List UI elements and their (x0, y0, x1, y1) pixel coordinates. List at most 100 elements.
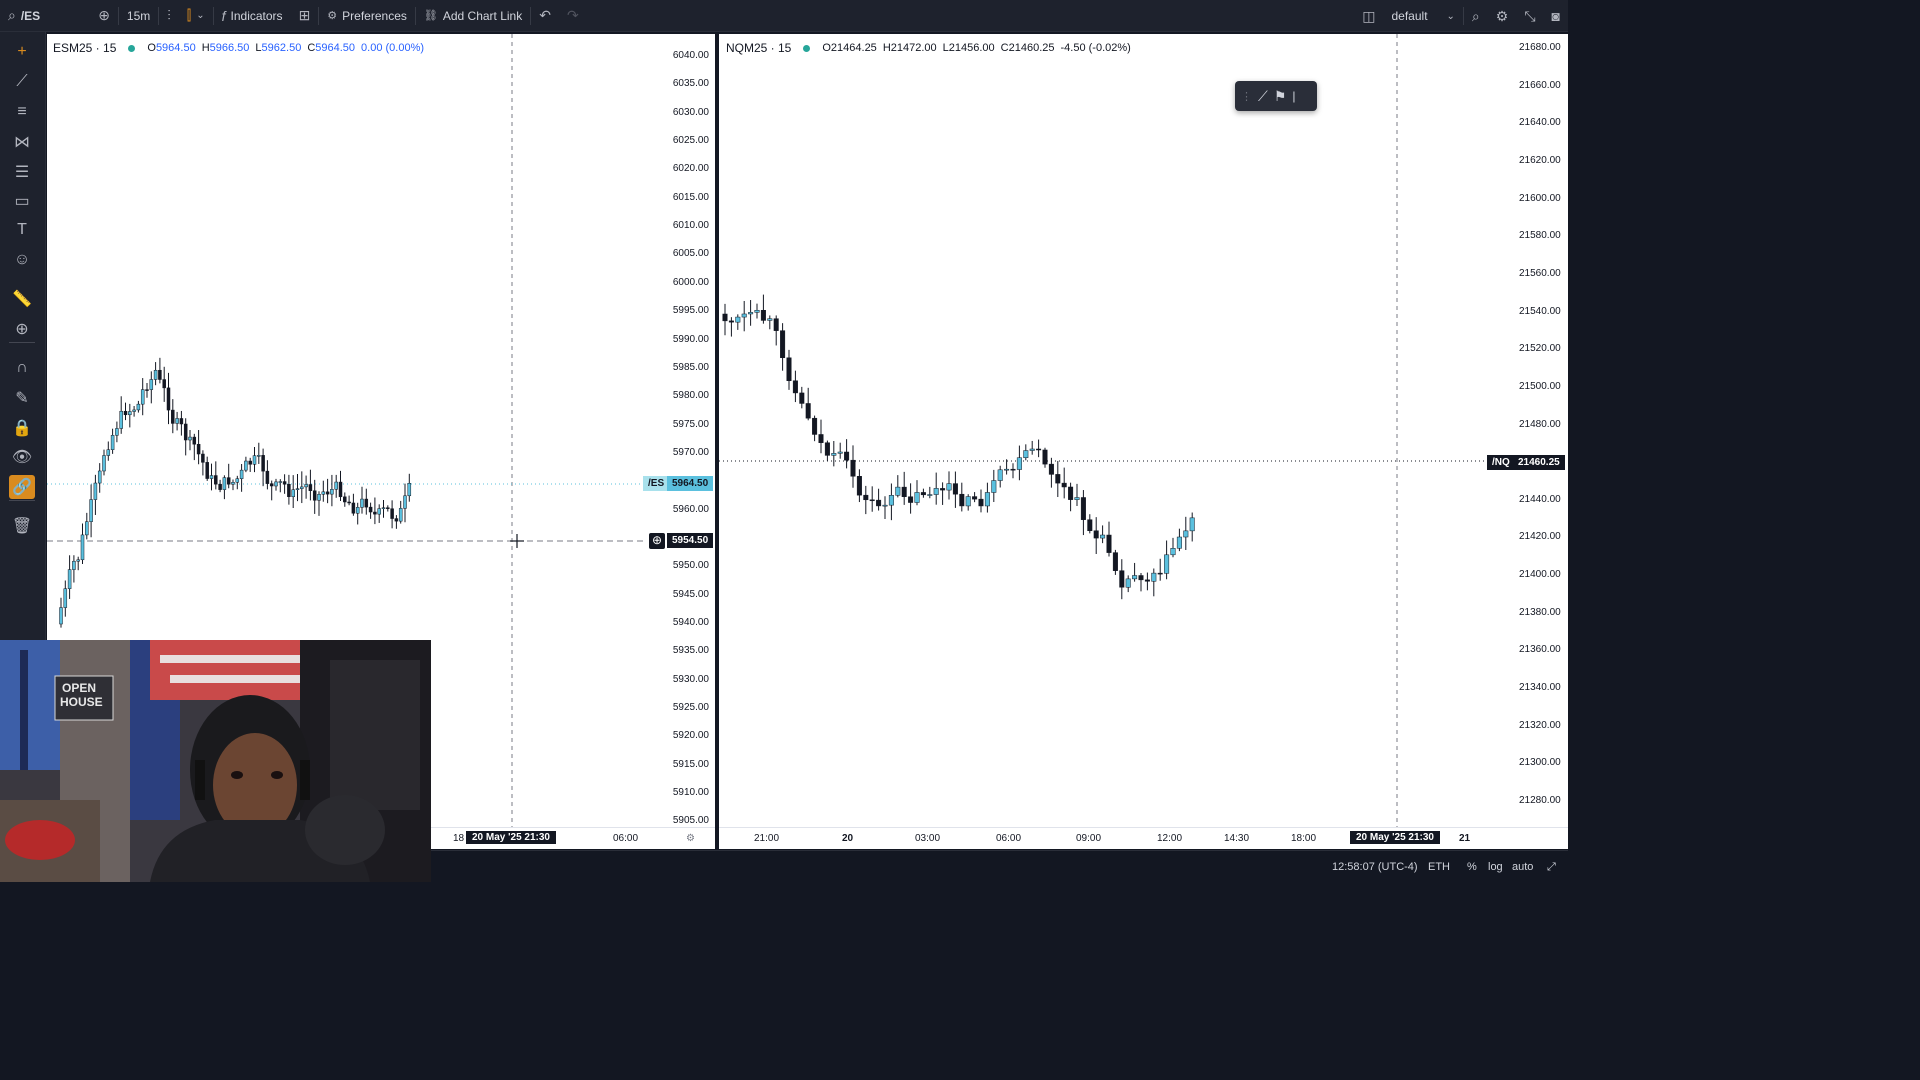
candle-body (972, 496, 978, 500)
candle-body (188, 436, 192, 441)
percent-toggle[interactable]: % (1467, 861, 1477, 873)
candle-body (927, 494, 933, 496)
candle-style-button[interactable]: ⫿ ⌄ (179, 0, 213, 32)
candle-body (1189, 517, 1195, 532)
candle-body (1010, 468, 1016, 471)
screenshot-button[interactable]: ◙ (1544, 0, 1568, 32)
market-open-dot (803, 44, 811, 52)
horizontal-lines-icon[interactable]: ≡ (9, 100, 35, 124)
candle-body (780, 330, 786, 359)
link-icon[interactable]: 🔗 (9, 475, 35, 499)
preferences-button[interactable]: ⚙ Preferences (319, 0, 415, 32)
layouts-button[interactable]: ⊞ (291, 0, 319, 32)
zoom-in-icon[interactable]: ⊕ (9, 317, 35, 341)
drag-handle-icon[interactable]: ⋮ (1241, 90, 1252, 103)
add-symbol-button[interactable]: ⊕ (90, 0, 118, 32)
drawing-toolbar: + ⟋ ≡ ⋈ ☰ ▭ T ☺ 📏 ⊕ ∩ ✎ 🔒 👁 🔗 🗑 (0, 32, 46, 640)
layout-select[interactable]: default ⌄ (1384, 0, 1463, 32)
price-axis-label: 6010.00 (672, 220, 709, 232)
bar-style-button[interactable]: ⫶ (159, 0, 179, 32)
vertical-line-icon[interactable]: | (1292, 89, 1295, 103)
candle-body (895, 486, 901, 496)
eye-icon[interactable]: 👁 (9, 445, 35, 469)
add-chart-link-button[interactable]: ⛓ Add Chart Link (416, 0, 530, 32)
es-crosshair-price: 5954.50 (667, 533, 714, 548)
trash-icon[interactable]: 🗑 (9, 514, 35, 538)
expand-icon[interactable]: ⤢ (1547, 861, 1556, 874)
candle-body (394, 518, 399, 522)
price-axis-label: 21500.00 (1519, 380, 1561, 392)
candle-body (231, 482, 235, 485)
price-axis-label: 5935.00 (672, 645, 709, 657)
candle-body (226, 477, 231, 485)
log-toggle[interactable]: log (1488, 861, 1503, 873)
price-axis-label: 21640.00 (1519, 117, 1561, 129)
toolbar-divider (9, 500, 35, 501)
session-toggle[interactable]: ETH (1428, 861, 1450, 873)
candle-body (959, 493, 965, 507)
candle-body (920, 492, 926, 496)
redo-button[interactable]: ↷ (559, 0, 587, 32)
undo-button[interactable]: ↶ (531, 0, 559, 32)
nq-time-axis[interactable]: 20 May '25 21:30 21 21:00 20 03:00 06:00 09:… (719, 827, 1568, 849)
text-icon[interactable]: T (9, 218, 35, 242)
candle-body (786, 357, 792, 381)
emoji-icon[interactable]: ☺ (9, 248, 35, 272)
trend-line-icon[interactable]: ⟋ (9, 70, 35, 94)
candle-body (244, 460, 248, 471)
lock-icon[interactable]: 🔒 (9, 416, 35, 440)
split-layout-button[interactable]: ◫ (1354, 0, 1383, 32)
candle-body (192, 436, 197, 445)
candle-body (235, 478, 240, 483)
settings-button[interactable]: ⚙ (1488, 0, 1517, 32)
candle-body (110, 435, 115, 450)
price-axis-label: 5915.00 (672, 758, 709, 770)
nq-chart-pane[interactable]: NQM25 · 15 O21464.25 H21472.00 L21456.00… (719, 34, 1568, 827)
candle-body (334, 481, 338, 490)
candle-body (201, 453, 205, 463)
flag-tool-icon[interactable]: ⚑ (1274, 88, 1287, 105)
price-axis-label: 6035.00 (672, 78, 709, 90)
auto-toggle[interactable]: auto (1512, 861, 1533, 873)
link-icon: ⛓ (423, 10, 438, 22)
nq-time-label: 03:00 (915, 833, 941, 844)
nq-legend: NQM25 · 15 O21464.25 H21472.00 L21456.00… (726, 41, 1131, 55)
candle-body (837, 451, 843, 454)
floating-drawing-toolbar[interactable]: ⋮ ⟋ ⚑ | (1235, 81, 1317, 111)
ruler-icon[interactable]: 📏 (9, 287, 35, 311)
price-axis-label: 21520.00 (1519, 343, 1561, 355)
search-icon: ⌕ (8, 7, 16, 23)
magnify-icon: ⌕ (1471, 7, 1480, 24)
candle-body (407, 483, 412, 497)
rectangle-icon[interactable]: ▭ (9, 189, 35, 213)
redo-icon: ↷ (566, 7, 579, 23)
candle-body (239, 469, 244, 479)
nq-low: 21456.00 (948, 42, 995, 54)
top-toolbar: ⌕ /ES ⊕ 15m ⫶ ⫿ ⌄ f Indicators ⊞ ⚙ Prefe… (0, 0, 1568, 32)
clock: 12:58:07 (UTC-4) (1332, 861, 1418, 873)
fib-icon[interactable]: ☰ (9, 160, 35, 184)
candle-body (1023, 450, 1029, 458)
magnet-icon[interactable]: ∩ (9, 356, 35, 380)
price-axis-label: 21320.00 (1519, 719, 1561, 731)
candle-body (901, 486, 907, 497)
stay-drawing-icon[interactable]: ✎ (9, 386, 35, 410)
symbol-search[interactable]: ⌕ /ES (0, 0, 48, 32)
candles-icon: ⫿ (186, 7, 192, 23)
line-tool-icon[interactable]: ⟋ (1258, 88, 1268, 105)
candle-body (888, 495, 894, 506)
candle-body (175, 418, 179, 424)
price-axis-label: 21580.00 (1519, 230, 1561, 242)
time-settings-icon[interactable]: ⚙ (686, 833, 695, 844)
plus-circle-icon: ⊕ (98, 7, 110, 23)
add-alert-icon[interactable]: ⊕ (649, 533, 665, 549)
candle-body (132, 409, 136, 412)
quick-search-button[interactable]: ⌕ (1464, 0, 1488, 32)
indicators-button[interactable]: f Indicators (214, 0, 291, 32)
pattern-icon[interactable]: ⋈ (9, 130, 35, 154)
fullscreen-button[interactable]: ⤡ (1516, 0, 1543, 32)
crosshair-icon[interactable]: + (9, 40, 35, 64)
webcam-feed: OPEN HOUSE (0, 640, 431, 882)
interval-button[interactable]: 15m (119, 0, 158, 32)
es-time-axis[interactable]: 18 20 May '25 21:30 06:00 ⚙ (431, 827, 715, 849)
